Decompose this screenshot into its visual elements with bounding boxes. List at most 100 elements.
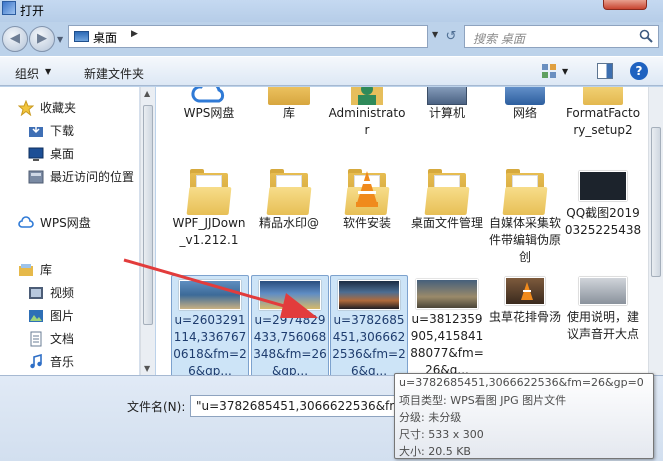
navigation-bar: ◀ ▶ ▼ 桌面 ▶ ▼ ↺ 搜索 桌面 — [0, 22, 663, 54]
list-item[interactable]: QQ截图20190325225438 — [564, 169, 642, 239]
list-item[interactable]: 网络 — [486, 87, 564, 122]
file-label: u=3812359905,41584188077&fm=26&q... — [410, 312, 484, 375]
list-item[interactable]: 库 — [250, 87, 328, 122]
setup-folder-icon — [583, 87, 623, 105]
preview-pane-button[interactable] — [597, 63, 613, 79]
scrollbar-thumb[interactable] — [143, 105, 153, 325]
list-item[interactable]: WPF_JJDown_v1.212.1 — [170, 169, 248, 249]
list-item[interactable]: 使用说明，建议声音开大点 — [564, 275, 642, 343]
sidebar-item-label: 收藏夹 — [40, 101, 77, 115]
scroll-up-icon[interactable]: ▲ — [144, 89, 150, 98]
list-item[interactable]: u=2603291114,3367670618&fm=26&gp... — [171, 275, 249, 375]
file-label: 虫草花排骨汤 — [488, 310, 561, 324]
file-label: u=2603291114,3367670618&fm=26&gp... — [173, 313, 247, 375]
folder-icon — [266, 169, 312, 215]
chevron-right-icon[interactable]: ▶ — [131, 29, 138, 39]
sidebar-item-label: 桌面 — [50, 147, 75, 161]
library-icon — [19, 264, 33, 276]
sidebar-item-recent[interactable]: 最近访问的位置 — [0, 167, 140, 187]
file-label: 计算机 — [428, 106, 465, 120]
file-label: 网络 — [512, 106, 537, 120]
list-item[interactable]: 虫草花排骨汤 — [486, 275, 564, 326]
file-label: WPS网盘 — [183, 106, 235, 120]
music-icon — [30, 354, 42, 369]
list-item[interactable]: 桌面文件管理 — [408, 169, 486, 232]
navigation-pane: 收藏夹 下载 桌面 最近访问的位置 WPS网盘 库 视频 图片 文档 音乐 — [0, 87, 140, 375]
file-name-label: 文件名(N): — [127, 400, 186, 414]
user-icon — [351, 87, 383, 105]
organize-button[interactable]: 组织 — [15, 65, 39, 82]
view-options-icon[interactable] — [541, 63, 557, 79]
folder-icon — [424, 169, 470, 215]
title-bar: 打开 — [0, 0, 663, 22]
search-icon[interactable] — [639, 29, 653, 43]
back-arrow-icon: ◀ — [10, 31, 20, 46]
file-label: u=3782685451,3066622536&fm=26&g... — [332, 313, 406, 375]
chevron-down-icon[interactable]: ▼ — [45, 67, 51, 76]
file-list: WPS网盘 库 Administrator 计算机 网络 FormatFacto… — [156, 87, 648, 375]
sidebar-item-downloads[interactable]: 下载 — [0, 121, 140, 141]
refresh-button[interactable]: ↺ — [440, 26, 462, 48]
file-label: Administrator — [328, 106, 406, 137]
search-input[interactable]: 搜索 桌面 — [464, 25, 659, 48]
documents-icon — [30, 331, 42, 347]
file-name-value[interactable]: "u=3782685451,3066622536&fm= — [196, 399, 411, 413]
file-label: WPF_JJDown_v1.212.1 — [172, 216, 246, 247]
sidebar-item-wps-cloud[interactable]: WPS网盘 — [0, 213, 140, 233]
library-icon — [268, 87, 310, 105]
close-button[interactable] — [603, 0, 647, 10]
refresh-icon: ↺ — [445, 29, 457, 44]
image-thumbnail — [179, 280, 241, 310]
sidebar-item-libraries[interactable]: 库 — [0, 260, 140, 280]
image-thumbnail — [505, 277, 545, 305]
sidebar-item-pictures[interactable]: 图片 — [0, 306, 140, 326]
image-thumbnail — [338, 280, 400, 310]
file-label: 使用说明，建议声音开大点 — [566, 310, 639, 341]
help-icon[interactable]: ? — [630, 62, 648, 80]
list-item[interactable]: 自媒体采集软件带编辑伪原创 — [486, 169, 564, 266]
list-item[interactable]: u=3782685451,3066622536&fm=26&g... — [330, 275, 408, 375]
scrollbar-thumb[interactable] — [651, 127, 661, 277]
sidebar-item-label: 库 — [40, 263, 53, 277]
file-label: 软件安装 — [342, 216, 391, 230]
file-label: 桌面文件管理 — [410, 216, 483, 230]
list-item[interactable]: u=3812359905,41584188077&fm=26&q... — [408, 275, 486, 375]
sidebar-item-desktop[interactable]: 桌面 — [0, 144, 140, 164]
video-icon — [29, 287, 43, 299]
sidebar-item-label: 音乐 — [50, 355, 75, 369]
list-item[interactable]: 软件安装 — [328, 169, 406, 232]
sidebar-item-label: 图片 — [50, 309, 75, 323]
new-folder-button[interactable]: 新建文件夹 — [84, 65, 144, 82]
scroll-down-icon[interactable]: ▼ — [144, 364, 150, 373]
back-button[interactable]: ◀ — [2, 26, 28, 52]
app-icon — [2, 1, 16, 15]
sidebar-item-favorites[interactable]: 收藏夹 — [0, 98, 140, 118]
sidebar-scrollbar[interactable]: ▲ ▼ — [140, 87, 155, 375]
list-item[interactable]: FormatFactory_setup2 — [564, 87, 642, 139]
tooltip-file-name: u=3782685451,3066622536&fm=26&gp=0 — [399, 376, 644, 389]
view-dropdown-icon[interactable]: ▼ — [562, 67, 568, 76]
search-placeholder: 搜索 桌面 — [473, 32, 525, 46]
address-location[interactable]: 桌面 — [93, 29, 117, 46]
list-item[interactable]: 计算机 — [408, 87, 486, 122]
recent-pages-dropdown-icon[interactable]: ▼ — [57, 35, 63, 44]
network-icon — [505, 87, 545, 105]
file-list-scrollbar[interactable] — [648, 87, 663, 375]
address-bar[interactable]: 桌面 ▶ — [68, 25, 428, 48]
list-item[interactable]: Administrator — [328, 87, 406, 139]
list-item[interactable]: u=2974829433,756068348&fm=26&gp... — [251, 275, 329, 375]
list-item[interactable]: WPS网盘 — [170, 87, 248, 122]
image-thumbnail — [259, 280, 321, 310]
recent-places-icon — [28, 170, 44, 184]
address-dropdown-icon[interactable]: ▼ — [432, 30, 438, 39]
sidebar-item-documents[interactable]: 文档 — [0, 329, 140, 349]
file-label: 库 — [282, 106, 295, 120]
list-item[interactable]: 精品水印@ — [250, 169, 328, 232]
sidebar-item-videos[interactable]: 视频 — [0, 283, 140, 303]
file-label: QQ截图20190325225438 — [564, 206, 642, 237]
sidebar-item-music[interactable]: 音乐 — [0, 352, 140, 372]
file-label: 自媒体采集软件带编辑伪原创 — [488, 216, 561, 264]
sidebar-item-label: 下载 — [50, 124, 75, 138]
forward-button[interactable]: ▶ — [29, 26, 55, 52]
tooltip-rating: 分级: 未分级 — [399, 411, 462, 424]
